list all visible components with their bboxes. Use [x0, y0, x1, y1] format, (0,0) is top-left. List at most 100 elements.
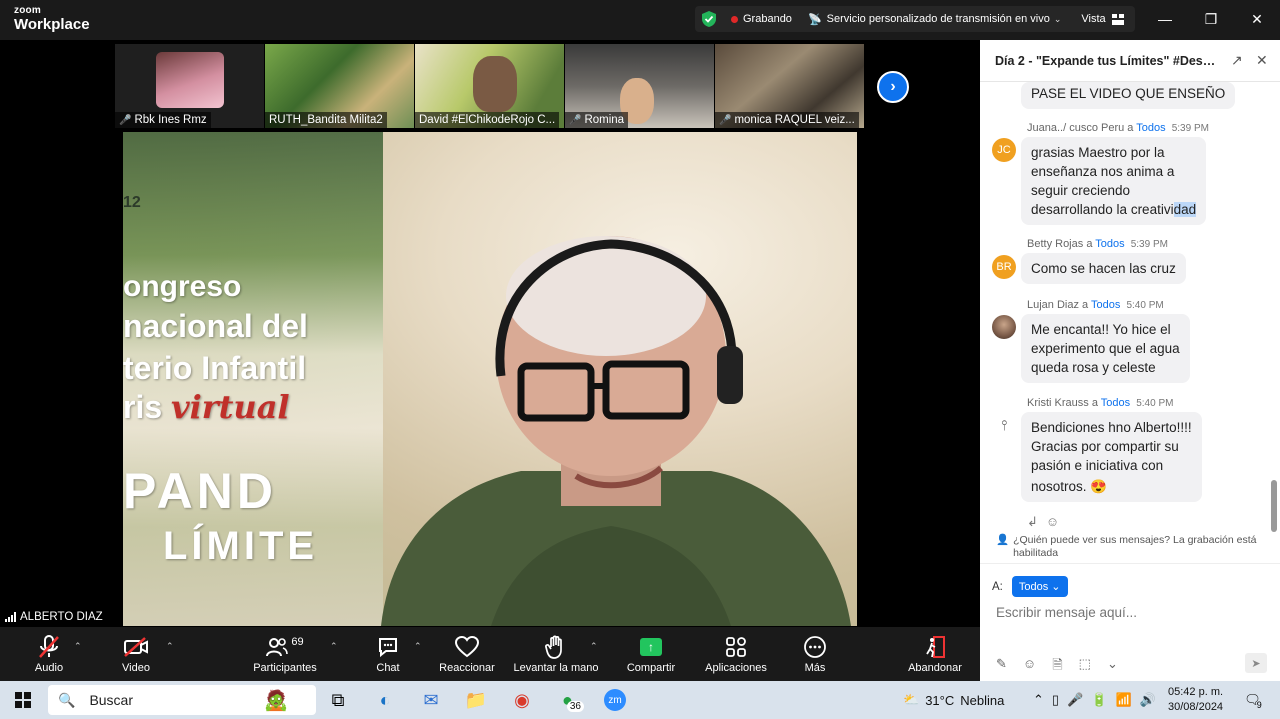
- sender-name[interactable]: Kristi Krauss: [1027, 397, 1089, 409]
- recipient-name[interactable]: Todos: [1136, 122, 1165, 134]
- participant-tile[interactable]: 🎤 Rbk Ines Rmz: [115, 44, 264, 128]
- video-label: Video: [122, 662, 150, 674]
- restore-icon[interactable]: ❐: [1188, 0, 1234, 38]
- sender-name[interactable]: Betty Rojas: [1027, 238, 1083, 250]
- add-reaction-icon[interactable]: ☺: [1046, 514, 1059, 530]
- reply-icon[interactable]: ↲: [1027, 514, 1038, 530]
- livestream-label[interactable]: Servicio personalizado de transmisión en…: [827, 13, 1050, 25]
- emoji-icon[interactable]: ☺: [1023, 656, 1036, 678]
- visibility-notice[interactable]: 👤 ¿Quién puede ver sus mensajes? La grab…: [996, 534, 1271, 560]
- send-icon: ➤: [1251, 657, 1261, 670]
- recipient-name[interactable]: Todos: [1101, 397, 1130, 409]
- close-icon[interactable]: ✕: [1234, 0, 1280, 38]
- participant-strip: 🎤 Rbk Ines Rmz RUTH_Bandita Milita2 David…: [115, 44, 865, 128]
- audio-options-caret-icon[interactable]: ⌃: [74, 641, 82, 652]
- chat-message-input[interactable]: [996, 605, 1266, 620]
- mail-icon[interactable]: ✉: [418, 687, 444, 713]
- weather-widget[interactable]: ⛅ 31°C Neblina: [903, 681, 1004, 719]
- people-icon: 👤: [996, 534, 1010, 546]
- chevron-down-icon[interactable]: ⌄: [1054, 14, 1062, 25]
- view-button[interactable]: Vista: [1081, 13, 1105, 25]
- participant-name-tag: 🎤 Rbk Ines Rmz: [115, 112, 211, 128]
- participant-tile[interactable]: 🎤 Romina: [565, 44, 714, 128]
- participants-button[interactable]: 69 Participantes: [248, 627, 322, 681]
- chat-message-bubble[interactable]: PASE EL VIDEO QUE ENSEÑO: [1021, 82, 1236, 109]
- sender-name[interactable]: Lujan Diaz: [1027, 299, 1079, 311]
- recipient-name[interactable]: Todos: [1095, 238, 1124, 250]
- to-word: a: [1127, 122, 1134, 134]
- device-icon[interactable]: ▯: [1052, 692, 1059, 708]
- speaker-name-badge: ALBERTO DIAZ: [0, 607, 108, 627]
- chrome-icon[interactable]: ◉: [509, 687, 535, 713]
- video-options-caret-icon[interactable]: ⌃: [166, 641, 174, 652]
- participants-options-caret-icon[interactable]: ⌃: [330, 641, 338, 652]
- more-button[interactable]: Más: [798, 627, 832, 681]
- active-speaker-video[interactable]: 12 ongreso nacional del terio Infantil r…: [123, 132, 857, 626]
- wifi-icon[interactable]: 📶: [1115, 692, 1131, 708]
- participant-tile[interactable]: 🎤 monica RAQUEL veiz...: [715, 44, 864, 128]
- recording-label[interactable]: Grabando: [743, 13, 792, 25]
- video-button[interactable]: Video: [116, 627, 156, 681]
- message-actions: ↲ ☺: [1027, 514, 1059, 530]
- chat-options-caret-icon[interactable]: ⌃: [414, 641, 422, 652]
- notifications-icon[interactable]: 🗨 9: [1240, 687, 1266, 713]
- video-off-icon: [123, 634, 149, 660]
- send-button[interactable]: ➤: [1245, 653, 1267, 673]
- taskbar-clock[interactable]: 05:42 p. m. 30/08/2024: [1168, 685, 1223, 715]
- volume-icon[interactable]: 🔊: [1140, 692, 1156, 708]
- participant-tile[interactable]: David #ElChikodeRojo C...: [415, 44, 564, 128]
- participants-label: Participantes: [253, 662, 317, 674]
- share-label: Compartir: [626, 662, 676, 674]
- windows-start-icon[interactable]: [12, 687, 34, 713]
- leave-button[interactable]: Abandonar: [904, 627, 966, 681]
- audio-button[interactable]: Audio: [28, 627, 70, 681]
- zoom-logo: zoom Workplace: [14, 5, 90, 33]
- notice-text: ¿Quién puede ver sus mensajes? La grabac…: [1013, 534, 1257, 559]
- react-button[interactable]: Reaccionar: [438, 627, 496, 681]
- file-explorer-icon[interactable]: 📁: [463, 687, 489, 713]
- chat-message-bubble[interactable]: Bendiciones hno Alberto!!!! Gracias por …: [1021, 412, 1202, 502]
- microphone-icon[interactable]: 🎤: [1067, 692, 1083, 708]
- background-text: PAND: [123, 463, 277, 519]
- more-icon: [803, 634, 827, 660]
- task-view-icon[interactable]: ⧉: [327, 687, 349, 713]
- close-chat-icon[interactable]: ✕: [1256, 52, 1268, 69]
- to-word: a: [1091, 397, 1098, 409]
- sender-name[interactable]: Juana../ cusco Peru: [1027, 122, 1124, 134]
- edge-browser-icon[interactable]: ◐: [372, 687, 398, 713]
- search-label: Buscar: [89, 692, 134, 708]
- minimize-icon[interactable]: —: [1142, 0, 1188, 38]
- search-highlight-icon[interactable]: 🧟: [256, 687, 296, 713]
- weather-desc: Neblina: [960, 692, 1005, 708]
- recipient-name[interactable]: Todos: [1091, 299, 1120, 311]
- chat-message-header: Kristi Krauss a Todos 5:40 PM: [1027, 397, 1173, 409]
- grid-view-icon[interactable]: [1111, 13, 1124, 25]
- chevron-up-icon[interactable]: ⌃: [1033, 692, 1044, 708]
- hand-icon: [545, 634, 567, 660]
- chat-button[interactable]: Chat: [370, 627, 406, 681]
- raise-hand-button[interactable]: Levantar la mano: [510, 627, 602, 681]
- next-page-button[interactable]: ›: [877, 71, 909, 103]
- battery-icon[interactable]: 🔋: [1091, 692, 1107, 708]
- share-button[interactable]: ↑ Compartir: [622, 627, 680, 681]
- chat-message-bubble[interactable]: Me encanta!! Yo hice el experimento que …: [1021, 314, 1190, 383]
- meeting-toolbar: Audio ⌃ Video ⌃ 69 Participantes ⌃ Chat …: [0, 627, 980, 681]
- chat-scrollbar[interactable]: [1271, 480, 1277, 532]
- apps-button[interactable]: Aplicaciones: [702, 627, 770, 681]
- chat-message-bubble[interactable]: grasias Maestro por la enseñanza nos ani…: [1021, 137, 1207, 225]
- recipient-dropdown[interactable]: Todos ⌄: [1011, 576, 1068, 597]
- participant-tile[interactable]: RUTH_Bandita Milita2: [265, 44, 414, 128]
- raise-hand-options-caret-icon[interactable]: ⌃: [590, 641, 598, 652]
- chat-message-bubble[interactable]: Como se hacen las cruz: [1021, 253, 1186, 284]
- screenshot-icon[interactable]: ⬚: [1079, 656, 1091, 678]
- weather-icon: ⛅: [903, 692, 920, 707]
- popout-icon[interactable]: ↗: [1231, 52, 1243, 69]
- format-icon[interactable]: ✎: [996, 656, 1007, 678]
- more-tools-chevron-icon[interactable]: ⌄: [1107, 656, 1118, 678]
- logo-line1: zoom: [14, 5, 41, 16]
- mic-muted-icon: 🎤: [119, 114, 132, 126]
- zoom-taskbar-icon[interactable]: zm: [602, 687, 628, 713]
- file-icon[interactable]: 🗎: [1052, 656, 1062, 678]
- whatsapp-icon[interactable]: ● 36: [555, 687, 591, 713]
- security-shield-icon[interactable]: [701, 10, 717, 28]
